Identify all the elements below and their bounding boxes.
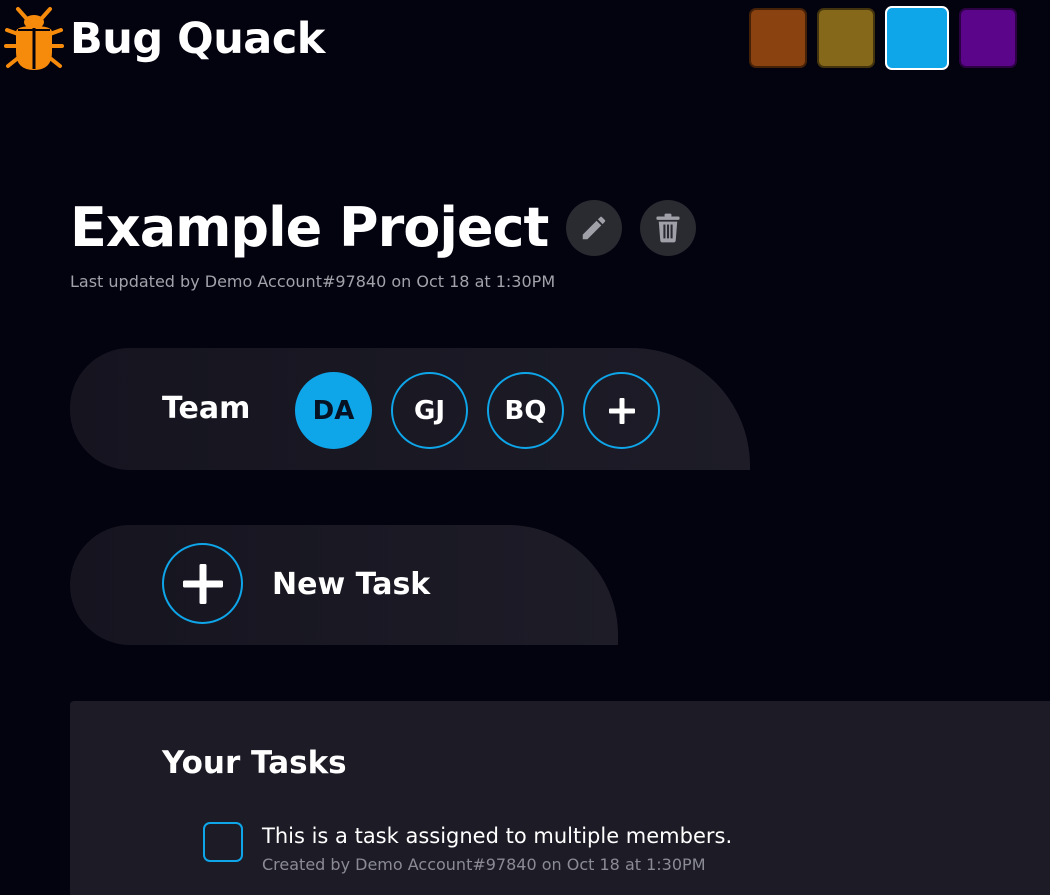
task-checkbox[interactable] — [203, 822, 243, 862]
team-member-avatar[interactable]: BQ — [487, 372, 564, 449]
app-name: Bug Quack — [70, 13, 325, 64]
task-title[interactable]: This is a task assigned to multiple memb… — [262, 824, 732, 848]
brand[interactable]: Bug Quack — [4, 6, 325, 72]
avatar-initials: DA — [312, 395, 355, 426]
new-task-icon-circle — [162, 543, 243, 624]
new-task-button[interactable]: New Task — [70, 525, 618, 645]
team-member-avatar[interactable]: DA — [295, 372, 372, 449]
team-label: Team — [162, 391, 251, 426]
your-tasks-panel: Your Tasks This is a task assigned to mu… — [70, 701, 1050, 895]
theme-swatches — [749, 6, 1017, 70]
edit-project-button[interactable] — [566, 200, 623, 256]
team-panel: Team DA GJ BQ — [70, 348, 750, 470]
pencil-icon — [583, 216, 606, 240]
project-header: Example Project — [70, 196, 697, 259]
theme-swatch-olive[interactable] — [817, 8, 875, 68]
avatar-initials: BQ — [504, 395, 547, 426]
delete-project-button[interactable] — [640, 200, 697, 256]
team-member-avatar[interactable]: GJ — [391, 372, 468, 449]
project-title: Example Project — [70, 196, 549, 259]
your-tasks-heading: Your Tasks — [162, 745, 347, 781]
theme-swatch-purple[interactable] — [959, 8, 1017, 68]
team-members: DA GJ BQ — [295, 372, 660, 449]
bug-icon — [4, 7, 64, 70]
plus-icon — [608, 397, 635, 424]
trash-icon — [656, 213, 680, 243]
plus-icon — [182, 563, 223, 604]
theme-swatch-blue[interactable] — [885, 6, 949, 70]
avatar-initials: GJ — [413, 395, 445, 426]
add-member-button[interactable] — [583, 372, 660, 449]
new-task-label: New Task — [272, 567, 431, 602]
last-updated-text: Last updated by Demo Account#97840 on Oc… — [70, 272, 556, 291]
app-root: Bug Quack Example Project Last updated b… — [0, 0, 1050, 895]
theme-swatch-brown[interactable] — [749, 8, 807, 68]
task-meta: Created by Demo Account#97840 on Oct 18 … — [262, 855, 706, 874]
